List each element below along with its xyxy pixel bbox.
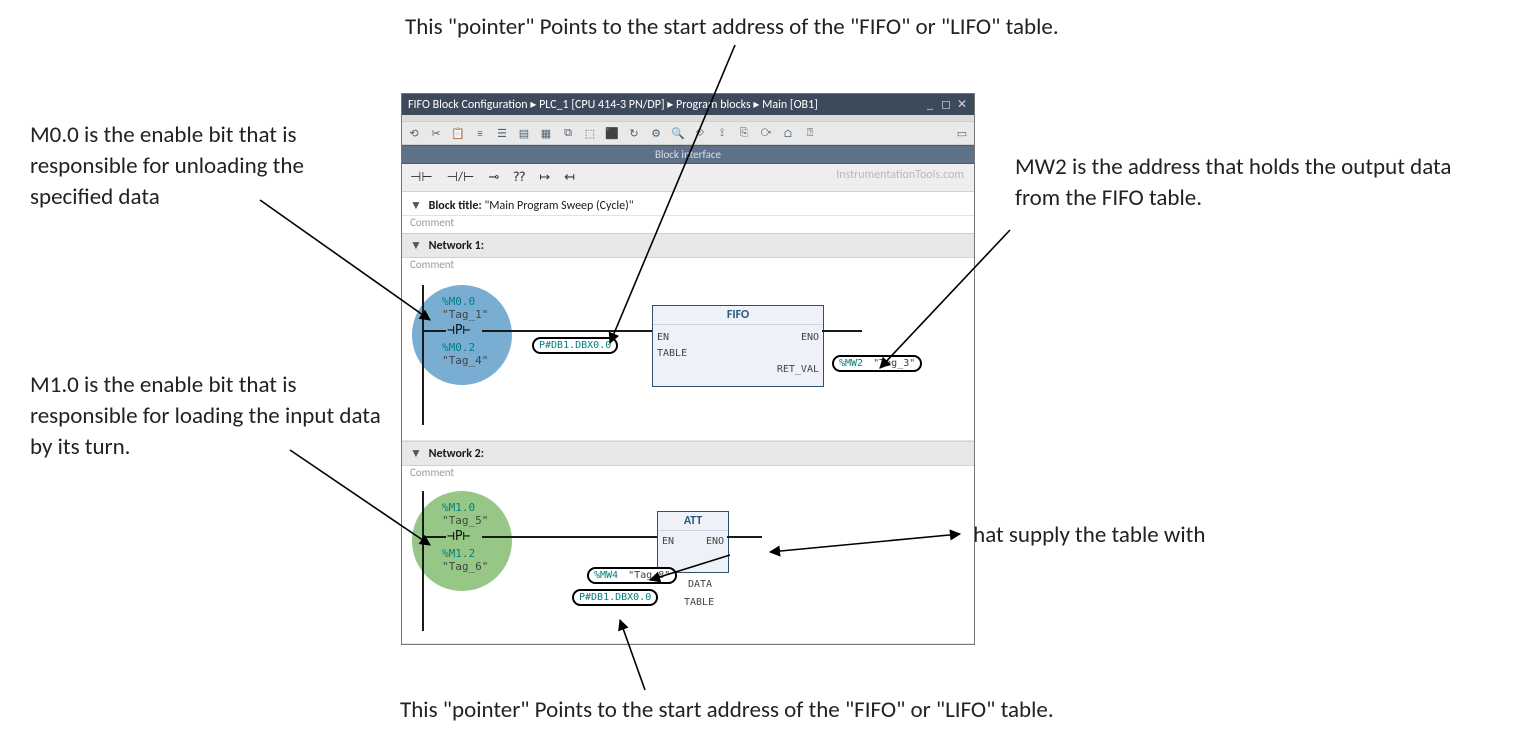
table-pointer-value-2: P#DB1.DBX0.0 [579,592,651,603]
ladder-box-icon[interactable]: ⁇ [513,170,525,185]
m02-address: %M0.2 [442,341,475,354]
tool-icon[interactable]: ⬛ [604,125,620,141]
collapse-caret-icon[interactable]: ▼ [410,447,422,461]
fifo-block[interactable]: FIFO EN ENO TABLE RET_VAL [652,305,824,387]
tool-icon[interactable]: ▤ [516,125,532,141]
collapse-caret-icon[interactable]: ▼ [410,199,422,213]
data-tag: "Tag_8" [628,570,670,581]
output-address: %MW2 [839,358,863,369]
ladder-no-contact-icon[interactable]: ⊣⊢ [410,170,433,185]
network1-canvas: %M0.0 "Tag_1" ⊣P⊢ %M0.2 "Tag_4" P#DB1.DB… [402,275,974,441]
port-table: TABLE [657,348,687,359]
port-eno: ENO [801,332,819,343]
m10-address: %M1.0 [442,501,475,514]
m10-tag: "Tag_5" [442,514,488,527]
tool-icon[interactable]: ▭ [954,125,970,141]
network1-comment[interactable]: Comment [402,258,974,275]
tool-icon[interactable]: ≡ [472,125,488,141]
left-power-rail [422,285,424,425]
fifo-block-title: FIFO [653,306,823,325]
ladder-nc-contact-icon[interactable]: ⊣/⊢ [447,170,475,185]
block-comment[interactable]: Comment [402,216,974,233]
port-eno: ENO [706,536,724,547]
p-contact[interactable]: ⊣P⊢ [447,323,470,338]
window-buttons: _ ◻ ✕ [924,99,968,111]
network2-canvas: %M1.0 "Tag_5" ⊣P⊢ %M1.2 "Tag_6" ATT EN E… [402,483,974,644]
tool-icon[interactable]: 📋 [450,125,466,141]
port-data: DATA [688,579,712,590]
data-pill: %MW4 "Tag_8" [587,567,677,584]
output-tag: "Tag_3" [873,358,915,369]
ladder-branch-open-icon[interactable]: ↦ [539,170,550,185]
tool-icon[interactable]: 🔍 [670,125,686,141]
wire [822,330,862,332]
title-bar: FIFO Block Configuration ▸ PLC_1 [CPU 41… [402,94,974,115]
maximize-icon[interactable]: ◻ [940,99,952,111]
network2-comment[interactable]: Comment [402,466,974,483]
annotation-m00: M0.0 is the enable bit that is responsib… [30,120,380,213]
collapse-caret-icon[interactable]: ▼ [410,239,422,253]
wire [424,536,446,538]
block-interface-band[interactable]: Block interface [402,145,974,164]
network2-header[interactable]: ▼ Network 2: [402,441,974,466]
block-title-row: ▼ Block title: "Main Program Sweep (Cycl… [402,192,974,216]
network1-header[interactable]: ▼ Network 1: [402,233,974,258]
data-address: %MW4 [594,570,618,581]
tool-icon[interactable]: ▦ [538,125,554,141]
tool-icon[interactable]: ⎘ [736,125,752,141]
att-block-title: ATT [658,512,728,531]
annotation-mw2: MW2 is the address that holds the output… [1015,152,1485,214]
annotation-m10: M1.0 is the enable bit that is responsib… [30,370,390,463]
tool-icon[interactable]: ☰ [494,125,510,141]
ladder-branch-close-icon[interactable]: ↤ [564,170,575,185]
tool-icon[interactable]: ⟟ [714,125,730,141]
tool-icon[interactable]: ⧉ [560,125,576,141]
wire [482,330,652,332]
port-en: EN [657,332,669,343]
tool-icon[interactable]: ⌂ [780,125,796,141]
output-pill: %MW2 "Tag_3" [832,355,922,372]
tool-icon[interactable]: ⚙ [648,125,664,141]
left-power-rail [422,491,424,631]
tool-icon[interactable]: ⟲ [406,125,422,141]
port-retval: RET_VAL [777,364,819,375]
table-pointer-pill: P#DB1.DBX0.0 [532,337,618,354]
m00-address: %M0.0 [442,295,475,308]
wire [727,536,762,538]
network1-label: Network 1: [429,239,484,253]
p-contact[interactable]: ⊣P⊢ [447,529,470,544]
annotation-top-pointer: This "pointer" Points to the start addre… [405,12,1125,43]
wire [424,330,446,332]
att-block[interactable]: ATT EN ENO [657,511,729,573]
minimize-icon[interactable]: _ [924,99,936,111]
m02-tag: "Tag_4" [442,354,488,367]
watermark: InstrumentationTools.com [836,168,964,182]
toolbar: ⟲ ✂ 📋 ≡ ☰ ▤ ▦ ⧉ ⬚ ⬛ ↻ ⚙ 🔍 ⟐ ⟟ ⎘ ⧂ ⌂ ⍰ ▭ [402,121,974,145]
m12-tag: "Tag_6" [442,560,488,573]
ladder-element-bar: InstrumentationTools.com ⊣⊢ ⊣/⊢ ⊸ ⁇ ↦ ↤ [402,164,974,192]
table-pointer-value: P#DB1.DBX0.0 [539,340,611,351]
tool-icon[interactable]: ⬚ [582,125,598,141]
close-icon[interactable]: ✕ [956,99,968,111]
table-pointer-pill-2: P#DB1.DBX0.0 [572,589,658,606]
tool-icon[interactable]: ⍰ [802,125,818,141]
tool-icon[interactable]: ⟐ [692,125,708,141]
m00-tag: "Tag_1" [442,308,488,321]
tool-icon[interactable]: ↻ [626,125,642,141]
block-title-value: "Main Program Sweep (Cycle)" [484,199,633,213]
m12-address: %M1.2 [442,547,475,560]
ladder-coil-icon[interactable]: ⊸ [488,170,499,185]
port-en: EN [662,536,674,547]
tool-icon[interactable]: ⧂ [758,125,774,141]
tool-icon[interactable]: ✂ [428,125,444,141]
wire [482,536,657,538]
breadcrumb: FIFO Block Configuration ▸ PLC_1 [CPU 41… [408,97,818,112]
network2-label: Network 2: [429,447,484,461]
port-table: TABLE [684,597,714,608]
editor-window: FIFO Block Configuration ▸ PLC_1 [CPU 41… [401,93,975,645]
block-title-label: Block title: [429,199,482,213]
annotation-bottom-pointer: This "pointer" Points to the start addre… [400,695,1130,726]
